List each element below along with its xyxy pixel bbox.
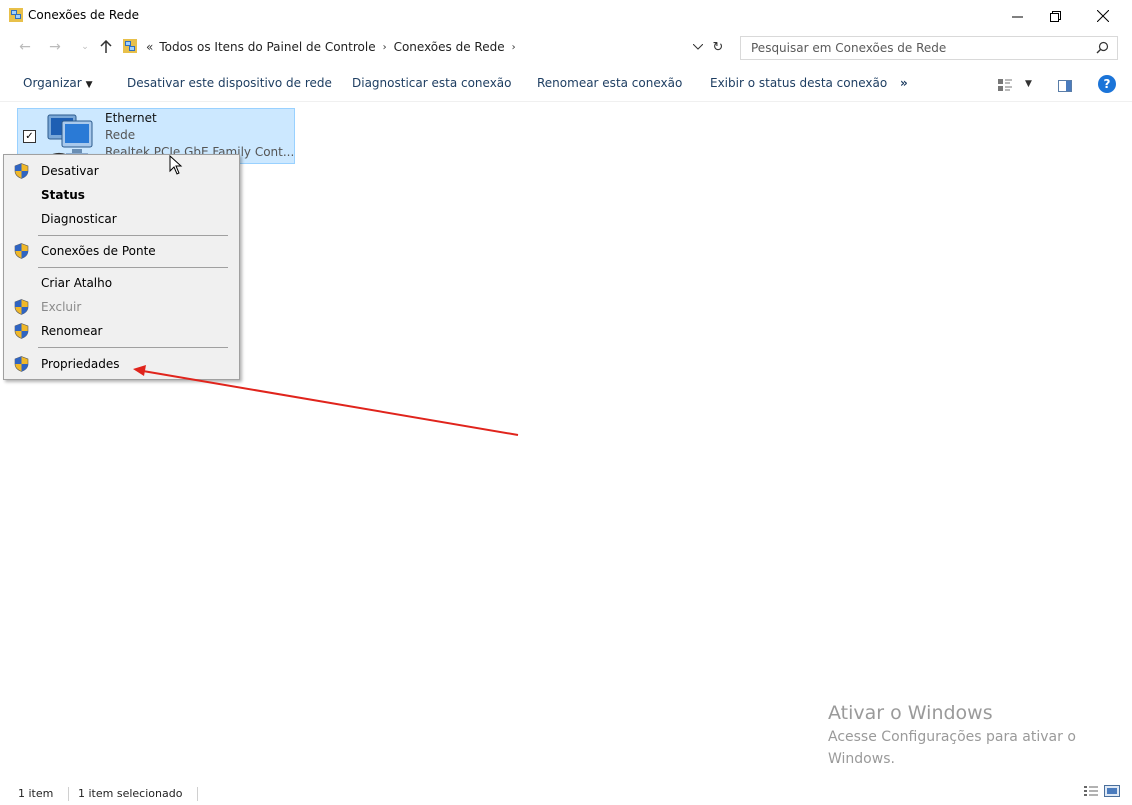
address-breadcrumb[interactable]: « Todos os Itens do Painel de Controle ›… — [120, 36, 705, 58]
context-menu: Desativar Status Diagnosticar Conexões d… — [3, 154, 240, 380]
menu-item-properties[interactable]: Propriedades — [4, 353, 239, 375]
menu-separator — [38, 267, 228, 268]
forward-arrow-icon[interactable]: → — [46, 38, 64, 56]
organize-label: Organizar — [23, 76, 82, 90]
more-commands-button[interactable]: » — [900, 76, 908, 90]
restore-button[interactable] — [1032, 0, 1078, 32]
menu-item-label: Criar Atalho — [41, 276, 113, 290]
menu-item-label: Conexões de Ponte — [41, 244, 156, 258]
control-panel-icon — [122, 38, 138, 57]
selected-count: 1 item selecionado — [78, 787, 183, 800]
search-icon[interactable] — [1096, 41, 1109, 57]
item-checkbox[interactable]: ✓ — [23, 130, 36, 143]
status-divider — [68, 787, 69, 801]
menu-separator — [38, 235, 228, 236]
menu-item-rename[interactable]: Renomear — [4, 320, 239, 342]
activation-watermark: Ativar o Windows Acesse Configurações pa… — [828, 702, 1098, 770]
shield-icon — [14, 299, 29, 318]
menu-item-create-shortcut[interactable]: Criar Atalho — [4, 272, 239, 294]
command-bar: Organizar ▼ Desativar este dispositivo de… — [0, 66, 1132, 102]
up-arrow-icon[interactable] — [97, 38, 115, 56]
menu-item-label: Status — [41, 188, 85, 202]
mouse-pointer-icon — [169, 154, 183, 178]
menu-item-label: Propriedades — [41, 357, 120, 371]
rename-connection-button[interactable]: Renomear esta conexão — [537, 76, 682, 90]
status-divider — [197, 787, 198, 801]
breadcrumb-chevron-icon[interactable]: › — [512, 42, 516, 53]
preview-pane-icon[interactable] — [1058, 80, 1072, 92]
menu-item-label: Excluir — [41, 300, 82, 314]
details-view-icon[interactable] — [1084, 785, 1098, 800]
menu-item-label: Diagnosticar — [41, 212, 117, 226]
shield-icon — [14, 163, 29, 182]
breadcrumb-chevron-icon[interactable]: › — [383, 42, 387, 53]
search-box[interactable] — [740, 36, 1118, 60]
menu-item-diagnose[interactable]: Diagnosticar — [4, 208, 239, 230]
view-options-caret-icon[interactable]: ▼ — [1025, 79, 1032, 89]
breadcrumb-network-connections[interactable]: Conexões de Rede — [394, 40, 505, 54]
menu-item-delete: Excluir — [4, 296, 239, 318]
watermark-subtitle: Acesse Configurações para ativar o Windo… — [828, 729, 1076, 767]
menu-item-label: Renomear — [41, 324, 103, 338]
breadcrumb-control-panel[interactable]: Todos os Itens do Painel de Controle — [159, 40, 375, 54]
dropdown-caret-icon: ▼ — [85, 80, 93, 90]
menu-item-status[interactable]: Status — [4, 184, 239, 206]
menu-separator — [38, 347, 228, 348]
change-view-icon[interactable] — [997, 78, 1013, 95]
help-icon[interactable]: ? — [1098, 75, 1116, 93]
back-arrow-icon[interactable]: ← — [16, 38, 34, 56]
close-button[interactable] — [1080, 0, 1126, 32]
view-status-button[interactable]: Exibir o status desta conexão — [710, 76, 887, 90]
recent-locations-chevron-icon[interactable]: ⌄ — [76, 38, 94, 56]
search-input[interactable] — [751, 40, 1081, 56]
address-dropdown-chevron-icon[interactable] — [690, 38, 706, 56]
item-count: 1 item — [18, 787, 54, 800]
menu-item-label: Desativar — [41, 164, 99, 178]
menu-item-disable[interactable]: Desativar — [4, 160, 239, 182]
network-connections-icon — [9, 8, 23, 25]
shield-icon — [14, 356, 29, 375]
large-icons-view-icon[interactable] — [1104, 785, 1120, 800]
menu-item-bridge-connections[interactable]: Conexões de Ponte — [4, 240, 239, 262]
diagnose-connection-button[interactable]: Diagnosticar esta conexão — [352, 76, 512, 90]
shield-icon — [14, 243, 29, 262]
breadcrumb-overflow[interactable]: « — [146, 40, 153, 54]
organize-menu-button[interactable]: Organizar ▼ — [23, 76, 93, 90]
window-title: Conexões de Rede — [28, 8, 140, 22]
refresh-icon[interactable]: ↻ — [708, 38, 728, 56]
address-bar: ← → ⌄ « Todos os Itens do Painel de Cont… — [0, 34, 1132, 60]
shield-icon — [14, 323, 29, 342]
title-bar: Conexões de Rede — [0, 0, 1132, 32]
watermark-title: Ativar o Windows — [828, 702, 993, 724]
disable-device-button[interactable]: Desativar este dispositivo de rede — [127, 76, 332, 90]
connection-type: Rede — [105, 128, 136, 142]
status-bar: 1 item 1 item selecionado — [0, 781, 1132, 805]
connection-name: Ethernet — [105, 111, 157, 125]
